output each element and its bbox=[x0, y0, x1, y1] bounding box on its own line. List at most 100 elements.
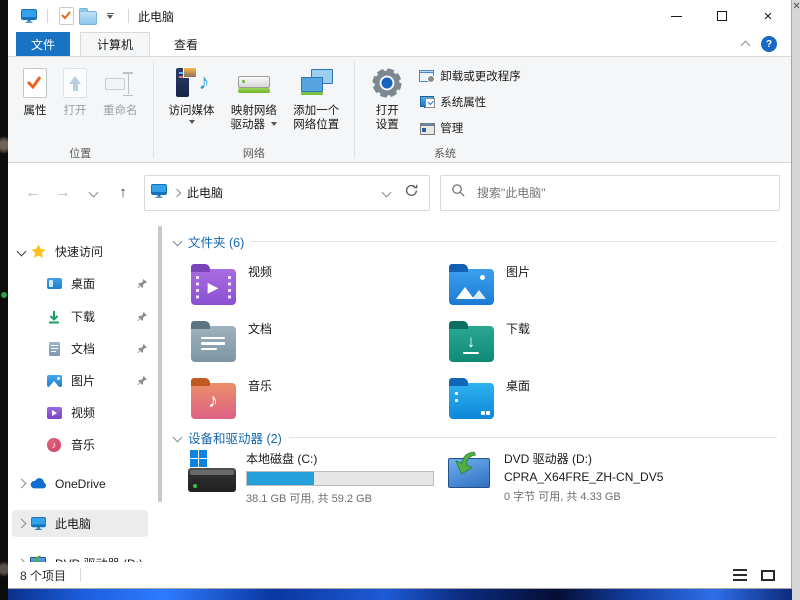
download-icon bbox=[46, 309, 62, 325]
pin-icon bbox=[137, 375, 148, 386]
group-label-network: 网络 bbox=[243, 144, 265, 162]
folder-tile-pictures[interactable]: 图片 bbox=[446, 258, 696, 308]
sidebar-item-quick-access[interactable]: 快速访问 bbox=[12, 238, 148, 265]
this-pc-icon bbox=[19, 6, 39, 26]
desktop-icon-fragment bbox=[1, 292, 7, 298]
content-pane: 文件夹 (6) ▶ 视频 图片 bbox=[166, 222, 791, 562]
chevron-right-icon[interactable] bbox=[12, 480, 30, 487]
search-input[interactable] bbox=[475, 185, 769, 201]
close-button[interactable]: × bbox=[745, 0, 791, 32]
file-explorer-window: 此电脑 × 文件 计算机 查看 ? bbox=[8, 0, 792, 589]
uninstall-program-button[interactable]: 卸载或更改程序 bbox=[413, 65, 527, 87]
folder-tile-downloads[interactable]: ↓ 下载 bbox=[446, 315, 696, 365]
drive-tile-local-disk-c[interactable]: 本地磁盘 (C:) 38.1 GB 可用, 共 59.2 GB bbox=[188, 450, 434, 506]
help-button[interactable]: ? bbox=[761, 36, 777, 52]
collapse-section-icon[interactable] bbox=[173, 236, 183, 246]
dropdown-arrow-icon bbox=[271, 122, 277, 126]
folder-tile-desktop[interactable]: 桌面 bbox=[446, 372, 696, 422]
sidebar-item-documents[interactable]: 文档 bbox=[12, 335, 148, 362]
sidebar-item-videos[interactable]: 视频 bbox=[12, 399, 148, 426]
dvd-drive-icon bbox=[446, 450, 498, 504]
pin-icon bbox=[137, 343, 148, 354]
video-icon bbox=[46, 405, 62, 421]
open-button[interactable]: 打开 bbox=[56, 61, 94, 120]
divider bbox=[251, 241, 777, 242]
sidebar-item-desktop[interactable]: 桌面 bbox=[12, 270, 148, 297]
sidebar-scrollbar[interactable] bbox=[158, 226, 162, 502]
breadcrumb-chevron-icon bbox=[173, 188, 181, 196]
sidebar-item-dvd-drive[interactable]: DVD 驱动器 (D:) bbox=[12, 550, 148, 562]
drive-capacity: 38.1 GB 可用, 共 59.2 GB bbox=[246, 490, 434, 506]
sidebar-item-onedrive[interactable]: OneDrive bbox=[12, 470, 148, 497]
tab-computer[interactable]: 计算机 bbox=[80, 32, 150, 56]
quick-access-new-folder-button[interactable] bbox=[78, 6, 98, 26]
title-bar: 此电脑 × bbox=[8, 0, 791, 32]
ribbon-group-system: 打开 设置 卸载或更改程序 系统属性 bbox=[355, 57, 535, 162]
collapse-ribbon-icon[interactable] bbox=[741, 41, 751, 51]
window-title: 此电脑 bbox=[138, 8, 174, 25]
ribbon-group-location: 属性 打开 重命名 位置 bbox=[8, 57, 153, 162]
refresh-button[interactable] bbox=[404, 183, 419, 203]
access-media-button[interactable]: ♪ 访问媒体 bbox=[162, 61, 222, 126]
window-controls: × bbox=[653, 0, 791, 32]
system-properties-icon bbox=[419, 94, 435, 110]
details-view-button[interactable] bbox=[729, 565, 751, 585]
drive-name: 本地磁盘 (C:) bbox=[246, 450, 434, 467]
window-body: 快速访问 桌面 下载 bbox=[8, 222, 791, 562]
add-network-location-button[interactable]: 添加一个 网络位置 bbox=[286, 61, 346, 135]
documents-folder-icon bbox=[188, 315, 238, 365]
drive-tile-dvd-d[interactable]: DVD 驱动器 (D:) CPRA_X64FRE_ZH-CN_DV5 0 字节 … bbox=[446, 450, 663, 504]
disk-usage-fill bbox=[247, 472, 314, 485]
this-pc-icon bbox=[30, 516, 46, 532]
quick-access-properties-button[interactable] bbox=[56, 6, 76, 26]
videos-folder-icon: ▶ bbox=[188, 258, 238, 308]
ribbon: 属性 打开 重命名 位置 bbox=[8, 57, 791, 163]
customize-quick-access-toolbar-button[interactable] bbox=[100, 6, 120, 26]
star-icon bbox=[30, 244, 46, 260]
large-icons-view-button[interactable] bbox=[757, 565, 779, 585]
devices-section-header[interactable]: 设备和驱动器 (2) bbox=[174, 428, 777, 446]
dropdown-arrow-icon bbox=[189, 120, 195, 124]
folder-tile-videos[interactable]: ▶ 视频 bbox=[188, 258, 438, 308]
up-button[interactable]: ↑ bbox=[110, 180, 136, 206]
sidebar-item-this-pc[interactable]: 此电脑 bbox=[12, 510, 148, 537]
sidebar-item-downloads[interactable]: 下载 bbox=[12, 303, 148, 330]
manage-button[interactable]: 管理 bbox=[413, 117, 527, 139]
tab-file[interactable]: 文件 bbox=[16, 32, 70, 56]
map-network-drive-button[interactable]: 映射网络 驱动器 bbox=[224, 61, 285, 135]
system-properties-button[interactable]: 系统属性 bbox=[413, 91, 527, 113]
maximize-button[interactable] bbox=[699, 0, 745, 32]
navigation-pane: 快速访问 桌面 下载 bbox=[8, 222, 166, 562]
recent-locations-button[interactable] bbox=[80, 180, 106, 206]
pictures-icon bbox=[46, 373, 62, 389]
onedrive-cloud-icon bbox=[30, 476, 46, 492]
search-box[interactable] bbox=[440, 175, 780, 211]
minimize-button[interactable] bbox=[653, 0, 699, 32]
folders-section-header[interactable]: 文件夹 (6) bbox=[174, 232, 777, 250]
rename-icon bbox=[105, 66, 135, 100]
chevron-right-icon[interactable] bbox=[12, 520, 30, 527]
address-bar[interactable]: 此电脑 bbox=[144, 175, 430, 211]
back-button[interactable]: ← bbox=[20, 180, 46, 206]
sidebar-item-pictures[interactable]: 图片 bbox=[12, 367, 148, 394]
open-settings-button[interactable]: 打开 设置 bbox=[363, 61, 411, 135]
collapse-section-icon[interactable] bbox=[173, 432, 183, 442]
forward-button[interactable]: → bbox=[50, 180, 76, 206]
folder-tile-music[interactable]: ♪ 音乐 bbox=[188, 372, 438, 422]
screen: 此电脑 × 文件 计算机 查看 ? bbox=[0, 0, 800, 600]
tab-view[interactable]: 查看 bbox=[158, 32, 214, 56]
search-icon bbox=[451, 183, 466, 203]
background-window-strip bbox=[792, 0, 800, 600]
drive-capacity: 0 字节 可用, 共 4.33 GB bbox=[504, 488, 663, 504]
breadcrumb-location[interactable]: 此电脑 bbox=[187, 184, 223, 201]
music-folder-icon: ♪ bbox=[188, 372, 238, 422]
properties-button[interactable]: 属性 bbox=[16, 61, 54, 120]
sidebar-item-music[interactable]: ♪ 音乐 bbox=[12, 431, 148, 458]
rename-button[interactable]: 重命名 bbox=[96, 61, 145, 120]
folder-tile-documents[interactable]: 文档 bbox=[188, 315, 438, 365]
this-pc-icon bbox=[151, 184, 167, 201]
divider bbox=[128, 9, 129, 23]
address-dropdown-icon[interactable] bbox=[382, 188, 392, 198]
disk-usage-bar bbox=[246, 471, 434, 486]
chevron-down-icon[interactable] bbox=[12, 248, 30, 255]
